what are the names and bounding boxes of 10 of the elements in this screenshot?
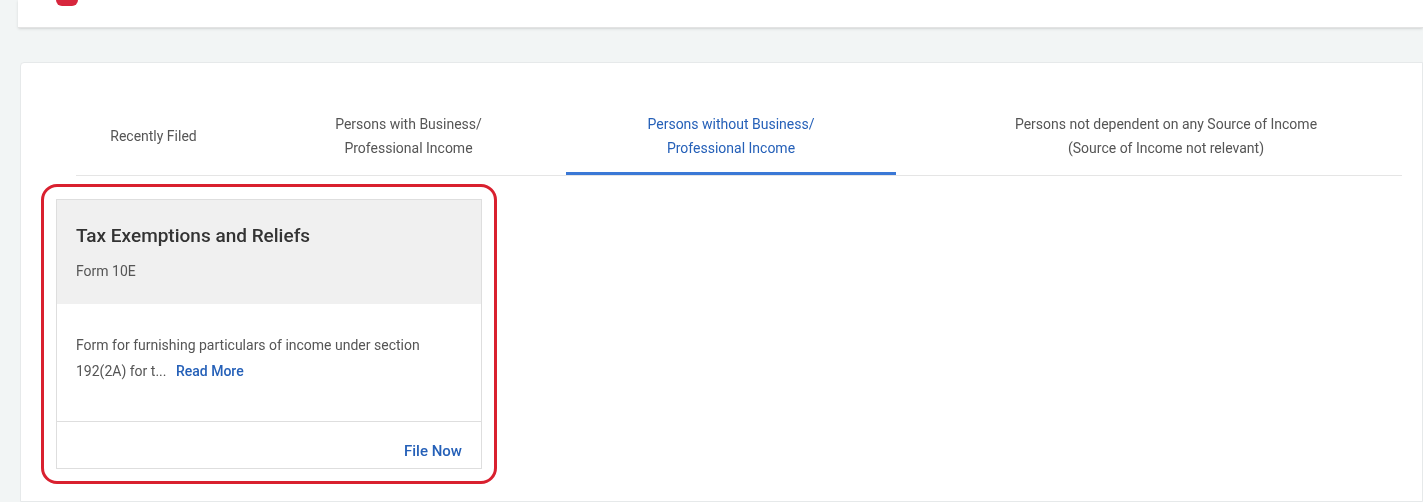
logo-icon xyxy=(56,0,78,6)
tab[interactable]: Recently Filed xyxy=(76,99,231,175)
form-number: Form 10E xyxy=(76,261,137,281)
tab[interactable]: Persons with Business/ Professional Income xyxy=(311,99,506,175)
card-description: Form for furnishing particulars of income under section 192(2A) for t... Read More xyxy=(76,336,421,382)
file-now-link[interactable]: File Now xyxy=(404,439,462,463)
card-title: Tax Exemptions and Reliefs xyxy=(76,223,312,249)
tab[interactable]: Persons without Business/ Professional Income xyxy=(566,99,896,175)
read-more-link[interactable]: Read More xyxy=(175,363,244,379)
tab[interactable]: Persons not dependent on any Source of Income (Source of Income not relevant) xyxy=(951,99,1381,175)
